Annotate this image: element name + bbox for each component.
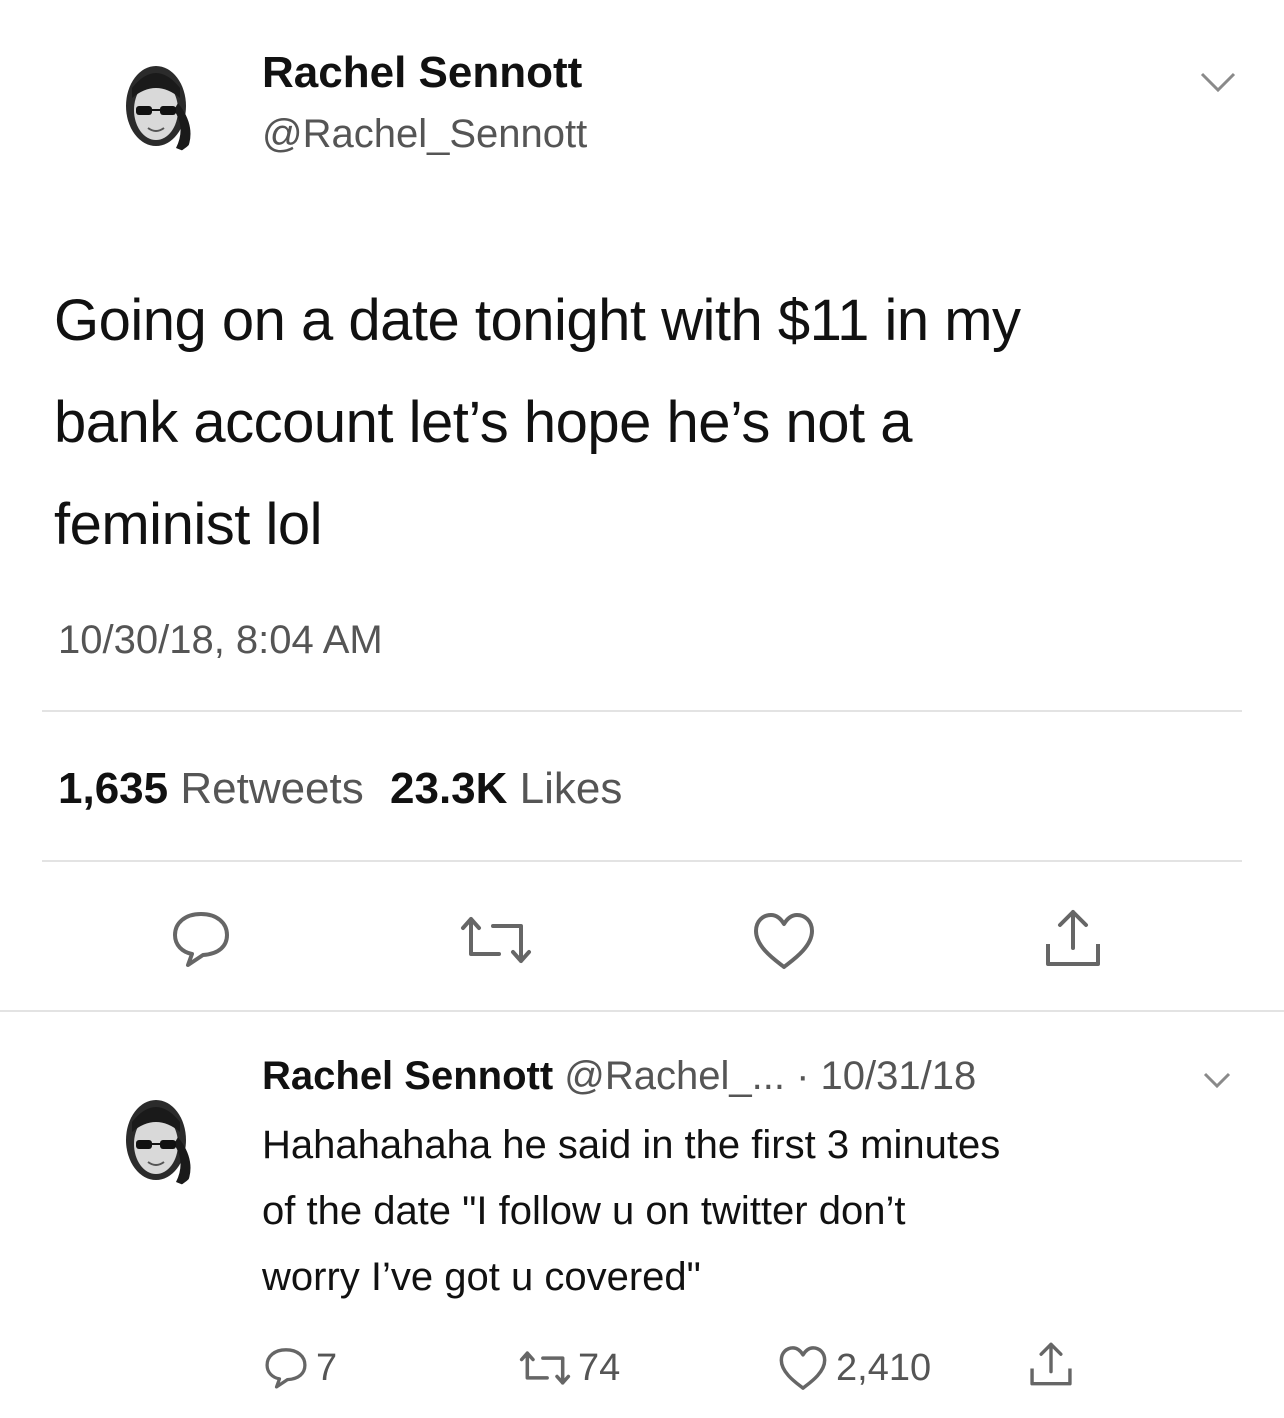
avatar-image (126, 66, 191, 152)
avatar-image (126, 1100, 191, 1186)
tweet-text: Going on a date tonight with $11 in my b… (54, 270, 1254, 576)
tweet-text-line: bank account let’s hope he’s not a (54, 390, 912, 455)
reply-text-line: Hahahahaha he said in the first 3 minute… (262, 1123, 1001, 1167)
tweet-text-line: Going on a date tonight with $11 in my (54, 288, 1021, 353)
like-count: 2,410 (836, 1346, 932, 1389)
retweets-label: Retweets (180, 764, 364, 813)
divider (0, 1010, 1284, 1012)
retweet-count: 74 (578, 1346, 621, 1389)
like-icon[interactable] (750, 910, 818, 972)
display-name[interactable]: Rachel Sennott (262, 48, 582, 98)
reply-action-like[interactable]: 2,410 (776, 1344, 931, 1392)
divider (42, 710, 1242, 712)
reply-icon (265, 1348, 307, 1389)
likes-label: Likes (519, 764, 623, 813)
reply-avatar[interactable] (108, 1082, 204, 1192)
reply-icon[interactable] (168, 908, 234, 970)
engagement-stats: 1,635 Retweets 23.3K Likes (58, 764, 622, 814)
likes-stat[interactable]: 23.3K Likes (390, 764, 622, 813)
retweet-icon (519, 1351, 571, 1385)
divider (42, 860, 1242, 862)
tweet-text-line: feminist lol (54, 492, 322, 557)
retweets-stat[interactable]: 1,635 Retweets (58, 764, 376, 813)
chevron-down-icon[interactable] (1196, 66, 1240, 96)
timestamp[interactable]: 10/30/18, 8:04 AM (58, 618, 383, 663)
reply-header: Rachel Sennott @Rachel_... · 10/31/18 (262, 1054, 976, 1099)
reply-text-line: worry I’ve got u covered" (262, 1255, 701, 1299)
reply-action-reply[interactable]: 7 (262, 1344, 337, 1392)
reply-count: 7 (316, 1346, 338, 1389)
likes-count: 23.3K (390, 764, 508, 813)
chevron-down-icon[interactable] (1200, 1068, 1234, 1092)
reply-display-name[interactable]: Rachel Sennott (262, 1054, 553, 1098)
retweet-icon[interactable] (455, 914, 537, 966)
share-icon[interactable] (1026, 1338, 1076, 1390)
reply-action-retweet[interactable]: 74 (516, 1344, 620, 1392)
share-icon[interactable] (1040, 904, 1106, 972)
reply-text: Hahahahaha he said in the first 3 minute… (262, 1112, 1262, 1310)
like-icon (779, 1346, 827, 1390)
avatar[interactable] (108, 48, 204, 158)
handle[interactable]: @Rachel_Sennott (262, 112, 587, 157)
retweets-count: 1,635 (58, 764, 169, 813)
reply-handle[interactable]: @Rachel_... (564, 1054, 785, 1098)
reply-date[interactable]: · 10/31/18 (796, 1054, 976, 1098)
reply-text-line: of the date "I follow u on twitter don’t (262, 1189, 906, 1233)
